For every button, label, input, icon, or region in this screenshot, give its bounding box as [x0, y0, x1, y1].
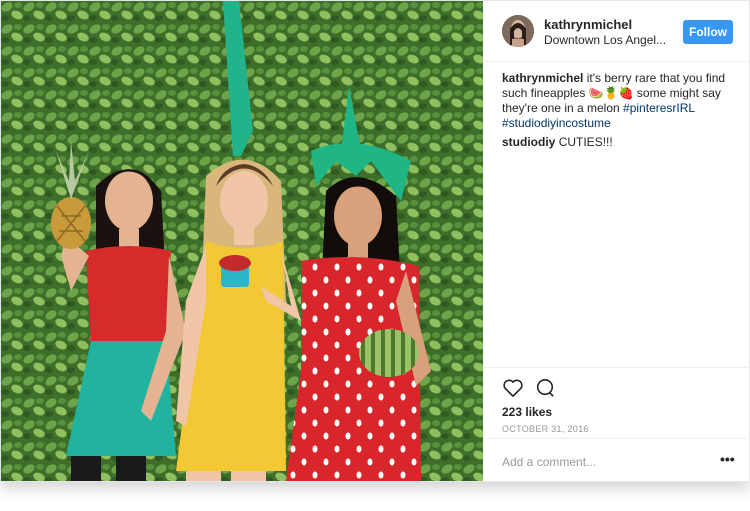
- post-header: kathrynmichel Downtown Los Angel... Foll…: [484, 1, 749, 62]
- add-comment-input[interactable]: Add a comment...: [502, 455, 596, 469]
- post-actions: 223 likes OCTOBER 31, 2016 Add a comment…: [484, 367, 749, 481]
- photo-illustration: [1, 1, 483, 481]
- avatar[interactable]: [502, 15, 534, 47]
- add-comment-bar: Add a comment... •••: [484, 438, 749, 481]
- avatar-image: [502, 15, 534, 47]
- instagram-post-card: kathrynmichel Downtown Los Angel... Foll…: [0, 0, 750, 482]
- post-date: OCTOBER 31, 2016: [502, 424, 589, 434]
- comment-username[interactable]: studiodiy: [502, 135, 555, 149]
- caption-username[interactable]: kathrynmichel: [502, 71, 583, 85]
- more-options-icon[interactable]: •••: [720, 451, 735, 467]
- comment-text: CUTIES!!!: [558, 135, 613, 149]
- comment-item: studiodiy CUTIES!!!: [502, 135, 738, 150]
- post-sidebar: kathrynmichel Downtown Los Angel... Foll…: [484, 1, 749, 481]
- post-photo[interactable]: [1, 1, 483, 481]
- likes-count[interactable]: 223 likes: [502, 405, 552, 419]
- hashtag-link[interactable]: #studiodiyincostume: [502, 116, 611, 130]
- hashtag-link[interactable]: #pinteresrIRL: [623, 101, 695, 115]
- caption-emoji: 🍉🍍🍓: [588, 86, 634, 100]
- heart-icon[interactable]: [502, 378, 524, 403]
- post-username[interactable]: kathrynmichel: [544, 17, 632, 32]
- post-location[interactable]: Downtown Los Angel...: [544, 33, 666, 47]
- caption: kathrynmichel it's berry rare that you f…: [502, 71, 738, 131]
- comment-icon[interactable]: [534, 378, 556, 403]
- comments-section: kathrynmichel it's berry rare that you f…: [502, 71, 738, 150]
- follow-button[interactable]: Follow: [683, 20, 733, 44]
